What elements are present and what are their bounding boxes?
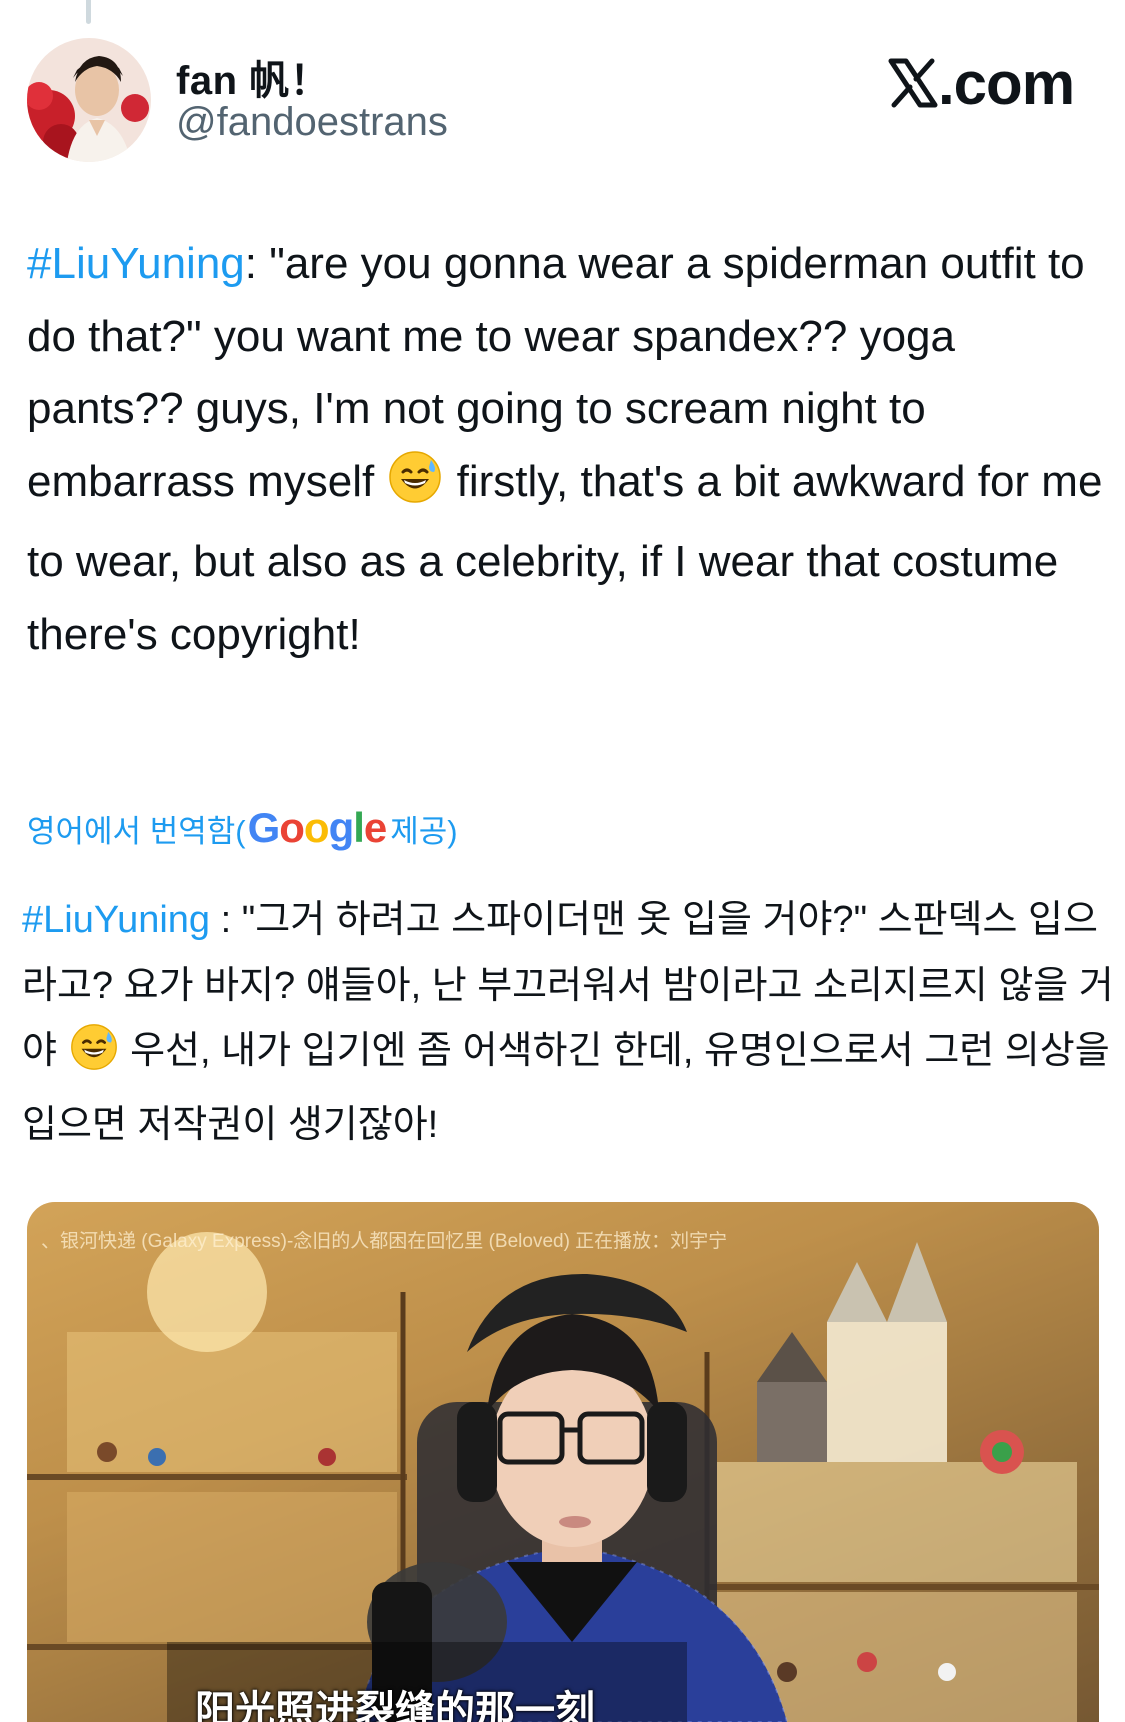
grinning-face-with-sweat-emoji: [70, 1023, 118, 1093]
google-logo: G o o g l e: [247, 804, 388, 852]
x-logo-icon: [888, 58, 938, 108]
translation-label-prefix: 영어에서 번역함(: [27, 813, 246, 849]
tweet-text: #LiuYuning: "are you gonna wear a spider…: [27, 228, 1117, 671]
avatar-photo: [27, 38, 151, 162]
google-letter: e: [363, 804, 387, 851]
video-frame-illustration: [27, 1202, 1099, 1722]
hashtag-link[interactable]: #LiuYuning: [22, 899, 210, 941]
google-letter: l: [353, 804, 365, 851]
translation-label-suffix: 제공): [390, 813, 458, 849]
media-video-thumbnail[interactable]: 、银河快递 (Galaxy Express)-念旧的人都困在回忆里 (Belov…: [27, 1202, 1099, 1722]
google-letter: G: [247, 804, 281, 851]
x-com-brand: .com: [888, 50, 1075, 117]
translated-tweet-text: #LiuYuning : "그거 하려고 스파이더맨 옷 입을 거야?" 스판덱…: [22, 888, 1117, 1158]
translation-attribution[interactable]: 영어에서 번역함( G o o g l e 제공): [27, 800, 458, 856]
google-letter: o: [279, 804, 305, 851]
google-letter: o: [303, 804, 330, 851]
video-now-playing-text: 、银河快递 (Galaxy Express)-念旧的人都困在回忆里 (Belov…: [41, 1231, 728, 1252]
google-letter: g: [328, 804, 355, 851]
translated-text-part2: 우선, 내가 입기엔 좀 어색하긴 한데, 유명인으로서 그런 의상을 입으면 …: [22, 1030, 1110, 1146]
hashtag-link[interactable]: #LiuYuning: [27, 239, 245, 288]
brand-domain-text: .com: [938, 49, 1075, 117]
author-handle[interactable]: @fandoestrans: [176, 100, 448, 145]
grinning-face-with-sweat-emoji: [388, 450, 442, 527]
video-subtitle: 阳光照进裂缝的那一刻: [195, 1689, 595, 1722]
author-display-name[interactable]: fan 帆！: [176, 48, 330, 106]
avatar[interactable]: [27, 38, 151, 162]
thread-connector-line: [86, 0, 91, 24]
